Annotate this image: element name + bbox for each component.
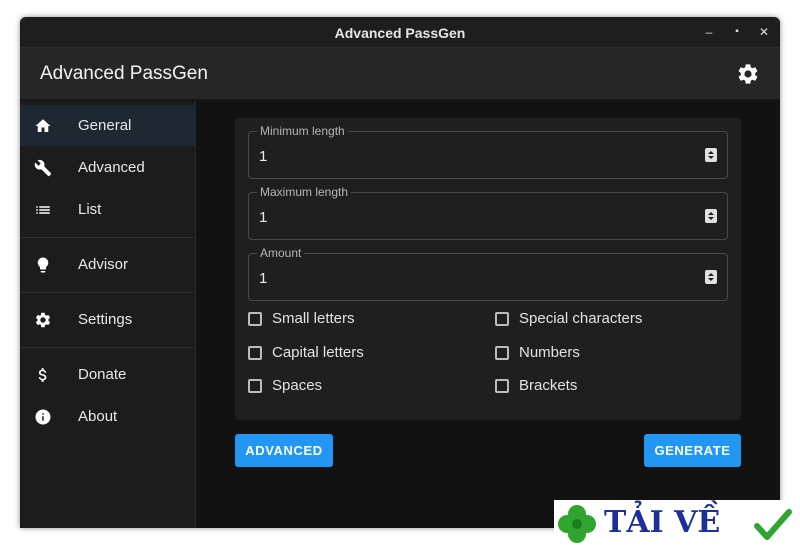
capital-letters-checkbox[interactable]: Capital letters [248, 344, 468, 364]
amount-input[interactable] [259, 268, 679, 288]
special-characters-checkbox[interactable]: Special characters [495, 310, 725, 330]
advanced-button[interactable]: ADVANCED [235, 434, 333, 467]
checkbox-label: Special characters [519, 310, 643, 327]
sidebar-item-label: Advanced [78, 159, 145, 176]
sidebar-item-donate[interactable]: Donate [20, 354, 196, 395]
sidebar-item-label: About [78, 408, 118, 425]
sidebar-divider [20, 292, 196, 293]
maximize-button[interactable]: ▪ [728, 23, 746, 41]
small-letters-checkbox[interactable]: Small letters [248, 310, 468, 330]
app-title: Advanced PassGen [40, 63, 208, 84]
checkbox-box [248, 379, 262, 393]
sidebar: General Advanced List Advisor Settings D… [20, 101, 196, 528]
sidebar-item-label: General [78, 117, 132, 134]
max-length-field: Maximum length [248, 185, 728, 240]
gear-icon [738, 64, 758, 84]
checkbox-box [495, 379, 509, 393]
checkbox-box [495, 312, 509, 326]
close-button[interactable]: ✕ [755, 23, 773, 41]
checkbox-label: Spaces [272, 377, 323, 394]
spinner-icon[interactable] [705, 270, 717, 284]
checkbox-label: Numbers [519, 344, 580, 361]
numbers-checkbox[interactable]: Numbers [495, 344, 725, 364]
sidebar-divider [20, 347, 196, 348]
amount-field: Amount [248, 246, 728, 301]
sidebar-item-settings[interactable]: Settings [20, 299, 196, 340]
sidebar-item-list[interactable]: List [20, 189, 196, 230]
min-length-field: Minimum length [248, 124, 728, 179]
checkbox-label: Small letters [272, 310, 355, 327]
minimize-button[interactable]: – [700, 23, 718, 41]
wrench-icon [34, 159, 52, 177]
field-label: Maximum length [257, 185, 352, 199]
options-card: Minimum length Maximum length Amount Sma… [235, 118, 741, 420]
spaces-checkbox[interactable]: Spaces [248, 377, 468, 397]
spinner-icon[interactable] [705, 148, 717, 162]
sidebar-item-advisor[interactable]: Advisor [20, 244, 196, 285]
max-length-input[interactable] [259, 207, 679, 227]
checkmark-icon [754, 509, 792, 540]
gear-icon [35, 312, 51, 328]
app-bar: Advanced PassGen [20, 48, 780, 100]
spinner-icon[interactable] [705, 209, 717, 223]
min-length-input[interactable] [259, 146, 679, 166]
dollar-icon [38, 368, 47, 382]
watermark-text: TẢI VỀ [604, 505, 721, 540]
title-bar: Advanced PassGen – ▪ ✕ [20, 17, 780, 48]
app-window: Advanced PassGen – ▪ ✕ Advanced PassGen … [20, 17, 780, 528]
sidebar-item-general[interactable]: General [20, 105, 196, 146]
checkbox-box [248, 346, 262, 360]
info-icon [35, 409, 51, 425]
lightbulb-icon [37, 257, 49, 273]
sidebar-item-about[interactable]: About [20, 396, 196, 437]
sidebar-item-advanced[interactable]: Advanced [20, 147, 196, 188]
generate-button[interactable]: GENERATE [644, 434, 741, 467]
sidebar-item-label: Advisor [78, 256, 129, 273]
home-icon [35, 119, 51, 132]
sidebar-item-label: Settings [78, 311, 133, 328]
sidebar-item-label: List [78, 201, 102, 218]
settings-button[interactable] [736, 62, 760, 86]
brackets-checkbox[interactable]: Brackets [495, 377, 725, 397]
watermark-logo: TẢI VỀ [554, 500, 800, 550]
sidebar-divider [20, 237, 196, 238]
list-icon [36, 206, 50, 214]
checkbox-box [495, 346, 509, 360]
field-label: Minimum length [257, 124, 348, 138]
checkbox-box [248, 312, 262, 326]
clover-icon [558, 505, 596, 543]
checkbox-label: Capital letters [272, 344, 364, 361]
field-label: Amount [257, 246, 305, 260]
checkbox-label: Brackets [519, 377, 578, 394]
sidebar-item-label: Donate [78, 366, 127, 383]
window-title: Advanced PassGen [334, 25, 466, 41]
